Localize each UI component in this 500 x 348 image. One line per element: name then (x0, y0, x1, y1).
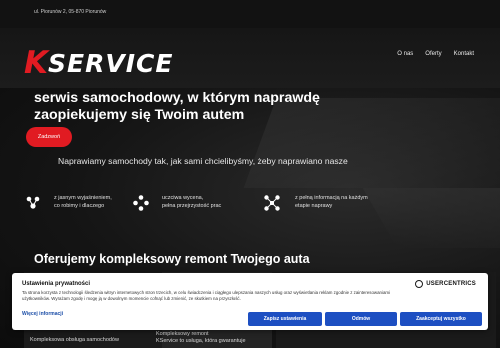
logo-service: SERVICE (48, 48, 174, 78)
feature-2-line-2: pełna przejrzystość prac (162, 203, 222, 209)
hero-car-highlight-2 (362, 188, 500, 248)
deny-button[interactable]: Odmów (325, 312, 397, 326)
offer-section-title: Oferujemy kompleksowy remont Twojego aut… (34, 252, 310, 266)
kservice-logo[interactable]: K SERVICE (24, 45, 174, 81)
nav-item-about[interactable]: O nas (397, 51, 413, 57)
main-nav: O nas Oferty Kontakt (397, 51, 474, 57)
people-icon (26, 196, 40, 209)
usercentrics-icon (415, 280, 424, 288)
more-info-link[interactable]: Więcej informacji (22, 311, 63, 317)
hero-subline: Naprawiamy samochody tak, jak sami chcie… (58, 156, 348, 166)
save-settings-button[interactable]: Zapisz ustawienia (248, 312, 322, 326)
site-header: K SERVICE (0, 28, 500, 88)
feature-1-line-1: z jasnym wyjaśnieniem, (54, 195, 112, 201)
accept-all-button[interactable]: Zaakceptuj wszystko (400, 312, 482, 326)
feature-pricing: uczciwa wycena, pełna przejrzystość prac (132, 194, 221, 212)
cookie-consent-banner: Ustawienia prywatności Ta strona korzyst… (12, 273, 488, 330)
feature-explanation: z jasnym wyjaśnieniem, co robimy i dlacz… (24, 194, 112, 212)
top-info-bar: ul. Piorunów 2, 05-870 Piorunów (0, 0, 500, 28)
headline-line-1: serwis samochodowy, w którym naprawdę (34, 90, 320, 106)
nav-item-offers[interactable]: Oferty (425, 51, 441, 57)
hero-headline: serwis samochodowy, w którym naprawdę za… (34, 90, 354, 124)
usercentrics-name: USERCENTRICS (426, 281, 476, 287)
feature-1-line-2: co robimy i dlaczego (54, 203, 105, 209)
address-text: ul. Piorunów 2, 05-870 Piorunów (34, 9, 107, 15)
feature-3-line-1: z pełną informacją na każdym (295, 195, 368, 201)
feature-information: z pełną informacją na każdym etapie napr… (263, 194, 368, 212)
usercentrics-logo: USERCENTRICS (415, 280, 476, 288)
logo-k: K (24, 45, 48, 81)
offer-card-2-line-2: KService to usługa, która gwarantuje (156, 338, 246, 344)
consent-body: Ta strona korzysta z technologii śledzen… (22, 290, 391, 301)
call-button[interactable]: Zadzwoń (26, 127, 72, 147)
feature-2-line-1: uczciwa wycena, (162, 195, 204, 201)
offer-card-1-text: Kompleksowa obsługa samochodów (30, 337, 119, 343)
network-icon (264, 195, 280, 211)
scale-icon (133, 195, 149, 211)
consent-title: Ustawienia prywatności (22, 281, 91, 287)
nav-item-contact[interactable]: Kontakt (454, 51, 474, 57)
feature-3-line-2: etapie naprawy (295, 203, 333, 209)
headline-line-2: zaopiekujemy się Twoim autem (34, 107, 245, 123)
